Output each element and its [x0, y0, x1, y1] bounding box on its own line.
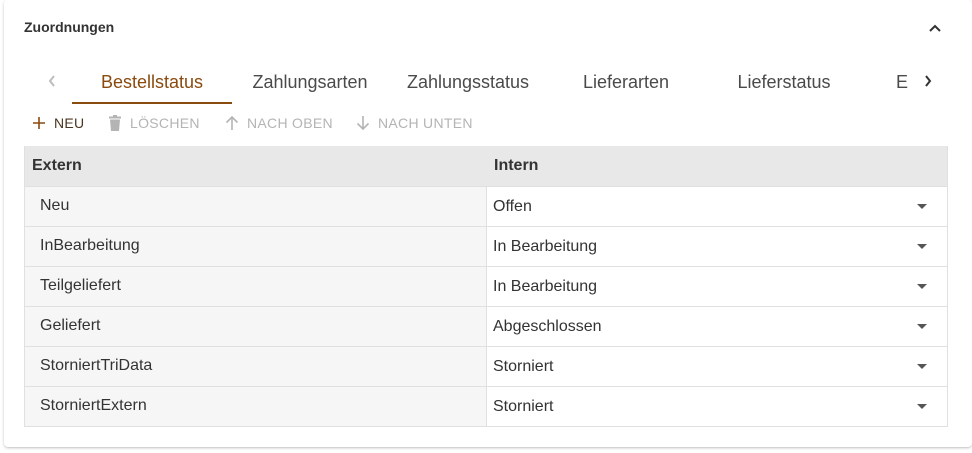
- tab-lieferarten[interactable]: Lieferarten: [548, 60, 704, 104]
- tab-bestellstatus[interactable]: Bestellstatus: [72, 60, 232, 104]
- move-down-button[interactable]: NACH UNTEN: [356, 111, 473, 135]
- intern-select-value: Offen: [493, 197, 532, 215]
- arrow-up-icon: [225, 115, 239, 130]
- column-header-intern[interactable]: Intern: [487, 146, 947, 186]
- dropdown-arrow-icon[interactable]: [917, 284, 927, 289]
- delete-button-label: LÖSCHEN: [130, 115, 200, 131]
- chevron-right-icon: [925, 75, 932, 87]
- intern-select-value: Storniert: [493, 357, 554, 375]
- intern-select[interactable]: In Bearbeitung: [487, 227, 947, 266]
- table-row[interactable]: InBearbeitung In Bearbeitung: [25, 226, 947, 266]
- tab-zahlungsstatus[interactable]: Zahlungsstatus: [388, 60, 548, 104]
- tab-bar: Bestellstatus Zahlungsarten Zahlungsstat…: [32, 60, 946, 104]
- extern-cell[interactable]: StorniertTriData: [25, 347, 487, 386]
- column-header-extern[interactable]: Extern: [25, 146, 487, 186]
- mapping-panel: Zuordnungen Bestellstatus Zahlungsarten …: [4, 0, 972, 447]
- move-up-button-label: NACH OBEN: [247, 115, 333, 131]
- arrow-down-icon: [356, 116, 370, 131]
- delete-button[interactable]: LÖSCHEN: [108, 111, 200, 135]
- intern-select-value: In Bearbeitung: [493, 237, 598, 255]
- extern-cell[interactable]: Geliefert: [25, 307, 487, 346]
- extern-cell[interactable]: InBearbeitung: [25, 227, 487, 266]
- intern-select[interactable]: Abgeschlossen: [487, 307, 947, 346]
- mapping-grid: Extern Intern Neu Offen InBearbeitung In…: [24, 146, 948, 427]
- trash-icon: [109, 115, 121, 131]
- intern-select[interactable]: Storniert: [487, 347, 947, 386]
- tab-scroll-right-button[interactable]: [908, 60, 948, 102]
- dropdown-arrow-icon[interactable]: [917, 244, 927, 249]
- grid-header: Extern Intern: [25, 146, 947, 186]
- extern-cell[interactable]: Teilgeliefert: [25, 267, 487, 306]
- table-row[interactable]: StorniertTriData Storniert: [25, 346, 947, 386]
- table-row[interactable]: Geliefert Abgeschlossen: [25, 306, 947, 346]
- table-row[interactable]: Teilgeliefert In Bearbeitung: [25, 266, 947, 306]
- tabs-viewport: Bestellstatus Zahlungsarten Zahlungsstat…: [72, 60, 908, 104]
- tab-scroll-left-button[interactable]: [32, 60, 72, 102]
- dropdown-arrow-icon[interactable]: [917, 204, 927, 209]
- dropdown-arrow-icon[interactable]: [917, 404, 927, 409]
- dropdown-arrow-icon[interactable]: [917, 364, 927, 369]
- intern-select[interactable]: Offen: [487, 187, 947, 226]
- new-button-label: NEU: [54, 115, 85, 131]
- table-row[interactable]: StorniertExtern Storniert: [25, 386, 947, 426]
- extern-cell[interactable]: Neu: [25, 187, 487, 226]
- tab-zahlungsarten[interactable]: Zahlungsarten: [232, 60, 388, 104]
- intern-select-value: Abgeschlossen: [493, 317, 602, 335]
- chevron-up-icon: [929, 24, 941, 32]
- extern-cell[interactable]: StorniertExtern: [25, 387, 487, 426]
- tab-truncated[interactable]: E: [864, 60, 908, 104]
- dropdown-arrow-icon[interactable]: [917, 324, 927, 329]
- move-down-button-label: NACH UNTEN: [378, 115, 473, 131]
- intern-select[interactable]: Storniert: [487, 387, 947, 426]
- intern-select-value: In Bearbeitung: [493, 277, 598, 295]
- collapse-button[interactable]: [924, 17, 946, 39]
- tab-lieferstatus[interactable]: Lieferstatus: [704, 60, 864, 104]
- move-up-button[interactable]: NACH OBEN: [225, 111, 333, 135]
- panel-title: Zuordnungen: [24, 19, 115, 35]
- intern-select[interactable]: In Bearbeitung: [487, 267, 947, 306]
- chevron-left-icon: [48, 75, 55, 87]
- table-row[interactable]: Neu Offen: [25, 186, 947, 226]
- intern-select-value: Storniert: [493, 397, 554, 415]
- new-button[interactable]: NEU: [32, 111, 84, 135]
- plus-icon: [33, 117, 45, 129]
